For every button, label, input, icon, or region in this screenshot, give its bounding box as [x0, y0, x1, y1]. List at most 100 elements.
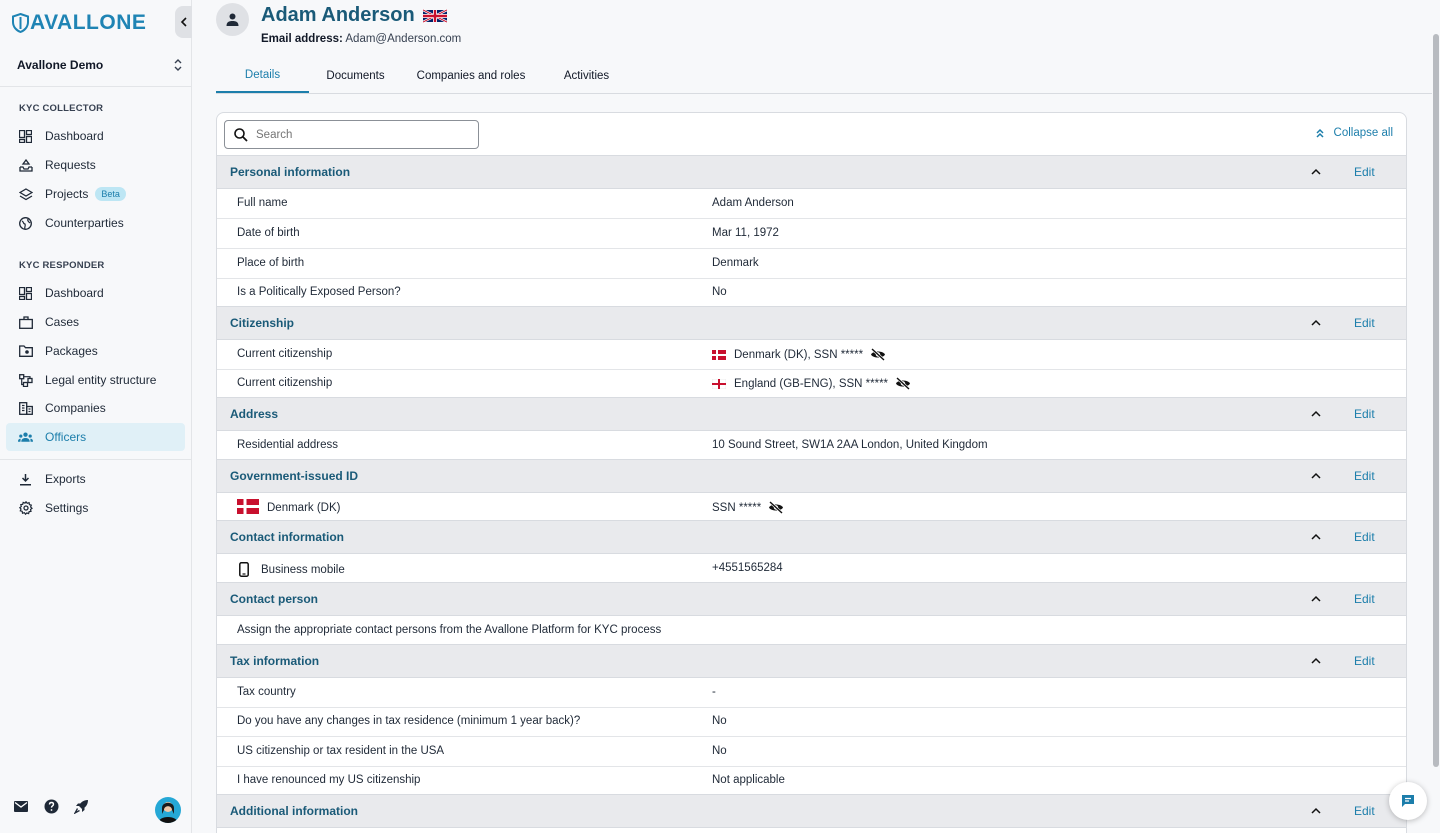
- row-label: Current citizenship: [237, 348, 333, 360]
- chevron-up-icon[interactable]: [1310, 593, 1322, 605]
- row-label: Place of birth: [237, 257, 305, 269]
- nav-responder-dashboard[interactable]: Dashboard: [6, 279, 185, 307]
- mail-icon[interactable]: [13, 798, 29, 814]
- nav-collector-dashboard[interactable]: Dashboard: [6, 122, 185, 150]
- section-title: Personal information: [230, 165, 351, 179]
- email-value: Adam@Anderson.com: [345, 33, 462, 45]
- section-contact-information[interactable]: Contact information Edit: [217, 520, 1406, 554]
- section-title: Contact person: [230, 592, 319, 606]
- section-title: Address: [230, 407, 279, 421]
- nav-officers[interactable]: Officers: [6, 423, 185, 451]
- row-value: No: [712, 715, 727, 727]
- section-title: Government-issued ID: [230, 469, 359, 483]
- nav-requests[interactable]: Requests: [6, 151, 185, 179]
- section-government-id[interactable]: Government-issued ID Edit: [217, 459, 1406, 493]
- chat-button[interactable]: [1389, 782, 1427, 820]
- collapse-all-button[interactable]: Collapse all: [1315, 127, 1393, 139]
- kyc-responder-label: KYC RESPONDER: [19, 260, 105, 271]
- eye-off-icon[interactable]: [870, 348, 886, 361]
- chevron-up-icon[interactable]: [1310, 655, 1322, 667]
- chevron-up-icon[interactable]: [1310, 408, 1322, 420]
- row-label: Full name: [237, 197, 288, 209]
- edit-button[interactable]: Edit: [1354, 316, 1375, 330]
- tab-companies-and-roles[interactable]: Companies and roles: [402, 58, 540, 93]
- eye-off-icon[interactable]: [895, 377, 911, 390]
- edit-button[interactable]: Edit: [1354, 165, 1375, 179]
- table-row: Residential address 10 Sound Street, SW1A…: [217, 431, 1406, 461]
- england-flag-icon: [712, 378, 726, 389]
- tab-details[interactable]: Details: [216, 58, 309, 93]
- nav-legal-entity-structure[interactable]: Legal entity structure: [6, 366, 185, 394]
- edit-button[interactable]: Edit: [1354, 530, 1375, 544]
- nav-projects[interactable]: Projects Beta: [6, 180, 185, 208]
- help-icon[interactable]: [43, 798, 59, 814]
- nav-counterparties[interactable]: Counterparties: [6, 209, 185, 237]
- citizenship-text: England (GB-ENG), SSN *****: [734, 377, 889, 390]
- edit-button[interactable]: Edit: [1354, 804, 1375, 818]
- nav-label: Requests: [45, 158, 96, 172]
- search-icon: [234, 127, 248, 142]
- row-value: Denmark (DK), SSN *****: [712, 348, 886, 361]
- row-value: SSN *****: [712, 501, 784, 514]
- section-title: Contact information: [230, 530, 344, 544]
- chevron-up-icon[interactable]: [1310, 470, 1322, 482]
- user-avatar[interactable]: [155, 797, 181, 823]
- person-name: Adam Anderson: [261, 4, 415, 26]
- chevron-up-icon[interactable]: [1310, 166, 1322, 178]
- edit-button[interactable]: Edit: [1354, 592, 1375, 606]
- nav-settings[interactable]: Settings: [6, 494, 185, 522]
- section-personal-information[interactable]: Personal information Edit: [217, 155, 1406, 189]
- table-row: Denmark (DK) SSN *****: [217, 493, 1406, 523]
- phone-icon: [239, 562, 249, 577]
- nav-label: Legal entity structure: [45, 373, 157, 387]
- collapse-sidebar-button[interactable]: [175, 6, 192, 38]
- main-content: Adam Anderson Email address: Adam@Anders…: [192, 0, 1440, 833]
- nav-label: Officers: [45, 430, 87, 444]
- section-citizenship[interactable]: Citizenship Edit: [217, 306, 1406, 340]
- nav-cases[interactable]: Cases: [6, 308, 185, 336]
- section-address[interactable]: Address Edit: [217, 397, 1406, 431]
- edit-button[interactable]: Edit: [1354, 469, 1375, 483]
- table-row: Do you have any changes in tax residence…: [217, 707, 1406, 737]
- chevron-up-icon[interactable]: [1310, 317, 1322, 329]
- section-tax-information[interactable]: Tax information Edit: [217, 644, 1406, 678]
- table-row: Business mobile +4551565284: [217, 554, 1406, 584]
- section-contact-person[interactable]: Contact person Edit: [217, 582, 1406, 616]
- row-label: Is a Politically Exposed Person?: [237, 286, 401, 298]
- table-row: Current citizenship Denmark (DK), SSN **…: [217, 340, 1406, 370]
- chevron-up-icon[interactable]: [1310, 531, 1322, 543]
- table-row: US citizenship or tax resident in the US…: [217, 737, 1406, 767]
- tab-activities[interactable]: Activities: [540, 58, 633, 93]
- nav-packages[interactable]: Packages: [6, 337, 185, 365]
- table-row: Date of birth Mar 11, 1972: [217, 219, 1406, 249]
- organization-switcher[interactable]: Avallone Demo: [17, 58, 183, 72]
- nav-exports[interactable]: Exports: [6, 465, 185, 493]
- denmark-flag-icon: [237, 499, 259, 514]
- nav-label: Dashboard: [45, 286, 104, 300]
- row-value: Not applicable: [712, 774, 785, 786]
- row-value: No: [712, 286, 727, 298]
- eye-off-icon[interactable]: [768, 501, 784, 514]
- tab-bar: Details Documents Companies and roles Ac…: [216, 58, 1440, 94]
- section-additional-information[interactable]: Additional information Edit: [217, 794, 1406, 828]
- tab-documents[interactable]: Documents: [309, 58, 402, 93]
- table-row: Assign the appropriate contact persons f…: [217, 616, 1406, 646]
- row-label: Business mobile: [237, 562, 345, 577]
- details-card: Collapse all Personal information Edit F…: [216, 112, 1407, 833]
- scrollbar-thumb[interactable]: [1433, 34, 1439, 767]
- chevron-up-icon[interactable]: [1310, 805, 1322, 817]
- search-box[interactable]: [224, 120, 479, 149]
- search-input[interactable]: [256, 128, 456, 141]
- email-label: Email address:: [261, 33, 343, 45]
- edit-button[interactable]: Edit: [1354, 407, 1375, 421]
- nav-companies[interactable]: Companies: [6, 394, 185, 422]
- brand-logo[interactable]: AVALLONE: [12, 10, 146, 36]
- row-value: England (GB-ENG), SSN *****: [712, 377, 911, 390]
- edit-button[interactable]: Edit: [1354, 654, 1375, 668]
- nav-label: Packages: [45, 344, 98, 358]
- unfold-icon: [174, 59, 182, 71]
- kyc-collector-label: KYC COLLECTOR: [19, 103, 104, 114]
- sidebar-footer: [13, 798, 103, 814]
- rocket-icon[interactable]: [73, 798, 89, 814]
- nav-label: Exports: [45, 472, 86, 486]
